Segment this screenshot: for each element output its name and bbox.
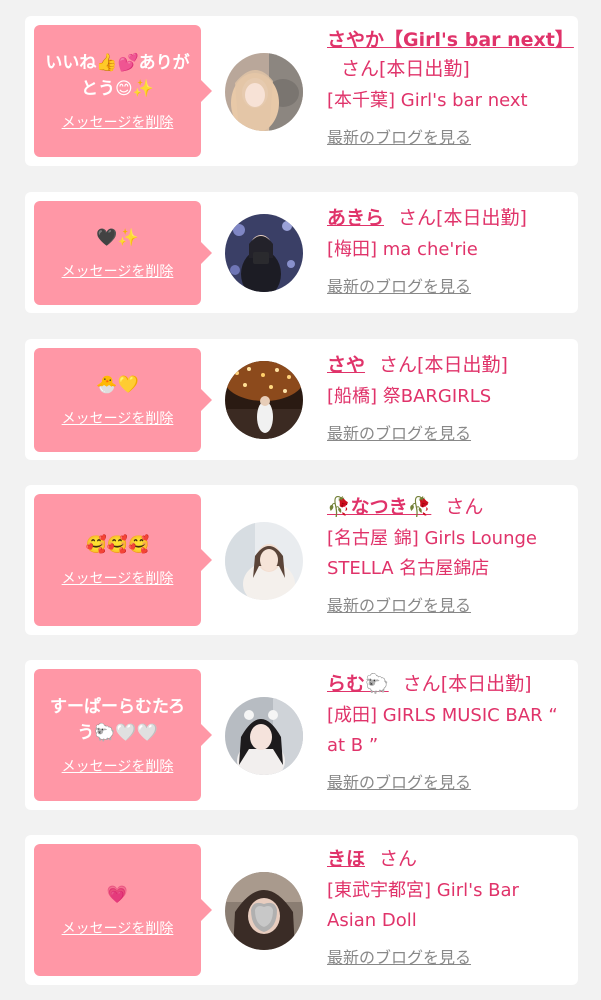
cast-info: らむ🐑 さん[本日出勤] [成田] GIRLS MUSIC BAR “ at B … xyxy=(327,670,572,793)
delete-message-link[interactable]: メッセージを削除 xyxy=(62,568,174,588)
san-suffix: さん xyxy=(398,207,437,229)
status-badge: [本日出勤] xyxy=(440,673,532,695)
latest-blog-link[interactable]: 最新のブログを見る xyxy=(327,592,471,616)
message-text: いいね👍💕ありがとう😊✨ xyxy=(45,53,190,99)
message-card: 🐣💛 メッセージを削除 さや さん[本日出勤] [船橋] 祭BARGIRLS 最… xyxy=(25,339,578,460)
message-card: すーぱーらむたろう🐑🤍🤍 メッセージを削除 らむ🐑 さん[本日出勤] [成田] G… xyxy=(25,660,578,810)
message-card: 🥰🥰🥰 メッセージを削除 🥀なつき🥀 さん [名古屋 錦] Girls Loung… xyxy=(25,485,578,635)
shop-name: [船橋] 祭BARGIRLS xyxy=(327,386,492,407)
cast-name-link[interactable]: 🥀なつき🥀 xyxy=(327,496,431,518)
delete-message-link[interactable]: メッセージを削除 xyxy=(62,756,174,776)
message-text: 🥰🥰🥰 xyxy=(85,535,150,555)
cast-name-link[interactable]: さや xyxy=(327,354,365,376)
message-bubble: 🥰🥰🥰 メッセージを削除 xyxy=(34,494,212,626)
shop-name: [東武宇都宮] Girl's Bar Asian Doll xyxy=(327,880,519,931)
shop-name: [梅田] ma che'rie xyxy=(327,239,478,260)
message-text: 💗 xyxy=(106,885,129,905)
cast-info: さや さん[本日出勤] [船橋] 祭BARGIRLS 最新のブログを見る xyxy=(327,351,572,444)
delete-message-link[interactable]: メッセージを削除 xyxy=(62,261,174,281)
status-badge: [本日出勤] xyxy=(417,354,508,376)
avatar[interactable] xyxy=(225,872,303,950)
message-bubble: 💗 メッセージを削除 xyxy=(34,844,212,976)
message-card: 💗 メッセージを削除 きほ さん [東武宇都宮] Girl's Bar Asian… xyxy=(25,835,578,985)
latest-blog-link[interactable]: 最新のブログを見る xyxy=(327,944,471,968)
latest-blog-link[interactable]: 最新のブログを見る xyxy=(327,124,471,148)
message-text: 🐣💛 xyxy=(96,375,139,395)
delete-message-link[interactable]: メッセージを削除 xyxy=(62,112,174,132)
san-suffix: さん xyxy=(379,848,418,870)
avatar[interactable] xyxy=(225,361,303,439)
message-bubble: 🐣💛 メッセージを削除 xyxy=(34,348,212,452)
message-bubble: すーぱーらむたろう🐑🤍🤍 メッセージを削除 xyxy=(34,669,212,801)
latest-blog-link[interactable]: 最新のブログを見る xyxy=(327,273,471,297)
cast-info: さやか【Girl's bar next】さん[本日出勤] [本千葉] Girl'… xyxy=(327,26,574,148)
avatar[interactable] xyxy=(225,697,303,775)
cast-name-link[interactable]: きほ xyxy=(327,848,365,870)
message-list: いいね👍💕ありがとう😊✨ メッセージを削除 さやか【Girl's bar nex… xyxy=(0,0,601,1000)
shop-name: [本千葉] Girl's bar next xyxy=(327,90,528,111)
san-suffix: さん xyxy=(402,673,441,695)
latest-blog-link[interactable]: 最新のブログを見る xyxy=(327,769,471,793)
message-card: いいね👍💕ありがとう😊✨ メッセージを削除 さやか【Girl's bar nex… xyxy=(25,16,578,166)
latest-blog-link[interactable]: 最新のブログを見る xyxy=(327,420,471,444)
cast-info: きほ さん [東武宇都宮] Girl's Bar Asian Doll 最新のブロ… xyxy=(327,845,572,968)
san-suffix: さん xyxy=(341,58,380,80)
delete-message-link[interactable]: メッセージを削除 xyxy=(62,918,174,938)
cast-info: あきら さん[本日出勤] [梅田] ma che'rie 最新のブログを見る xyxy=(327,204,572,297)
status-badge: [本日出勤] xyxy=(436,207,527,229)
cast-name-link[interactable]: さやか【Girl's bar next】 xyxy=(327,29,574,51)
shop-name: [成田] GIRLS MUSIC BAR “ at B ” xyxy=(327,705,558,756)
cast-name-link[interactable]: あきら xyxy=(327,207,384,229)
shop-name: [名古屋 錦] Girls Lounge STELLA 名古屋錦店 xyxy=(327,528,537,579)
status-badge: [本日出勤] xyxy=(379,58,470,80)
message-bubble: 🖤✨ メッセージを削除 xyxy=(34,201,212,305)
delete-message-link[interactable]: メッセージを削除 xyxy=(62,408,174,428)
avatar[interactable] xyxy=(225,522,303,600)
avatar[interactable] xyxy=(225,53,303,131)
san-suffix: さん xyxy=(379,354,418,376)
message-text: 🖤✨ xyxy=(96,228,139,248)
message-bubble: いいね👍💕ありがとう😊✨ メッセージを削除 xyxy=(34,25,212,157)
san-suffix: さん xyxy=(445,496,484,518)
message-text: すーぱーらむたろう🐑🤍🤍 xyxy=(50,697,185,743)
avatar[interactable] xyxy=(225,214,303,292)
cast-name-link[interactable]: らむ🐑 xyxy=(327,673,389,695)
cast-info: 🥀なつき🥀 さん [名古屋 錦] Girls Lounge STELLA 名古屋錦… xyxy=(327,493,572,616)
message-card: 🖤✨ メッセージを削除 あきら さん[本日出勤] [梅田] ma che'rie … xyxy=(25,192,578,313)
